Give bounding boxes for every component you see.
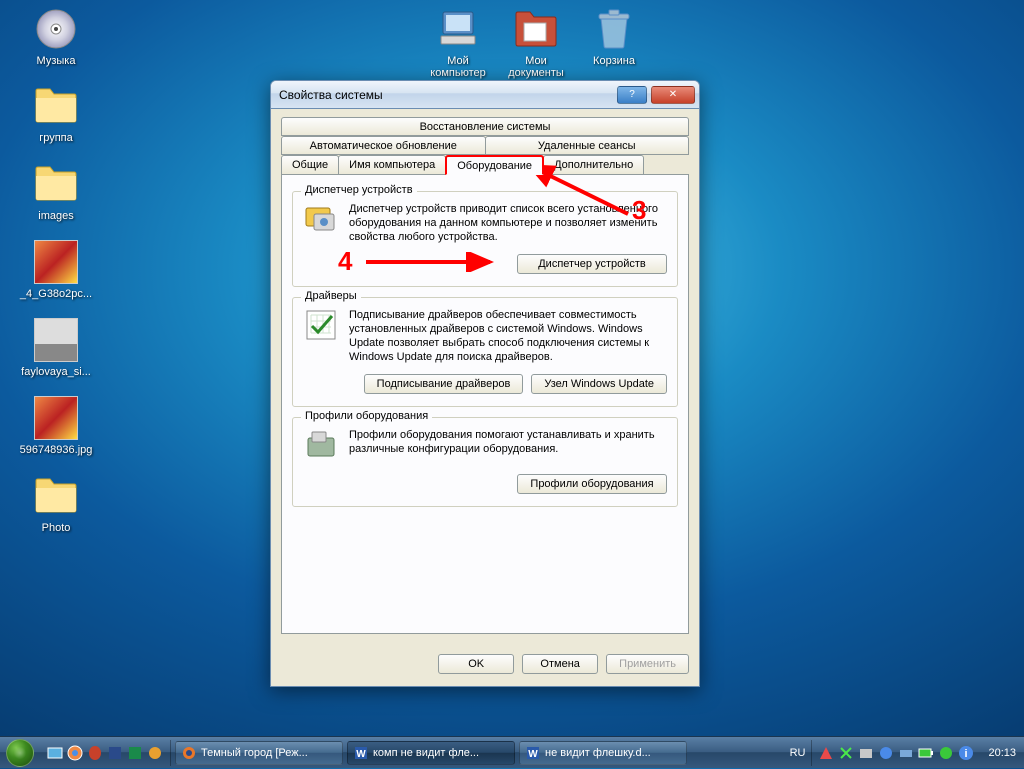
tray-icon[interactable] xyxy=(818,745,834,761)
group-hardware-profiles: Профили оборудования Профили оборудовани… xyxy=(292,417,678,507)
folder-icon xyxy=(32,472,80,520)
tab-hardware[interactable]: Оборудование xyxy=(445,155,544,175)
tray-icon[interactable] xyxy=(898,745,914,761)
desktop-icon-label: Photo xyxy=(42,522,71,534)
desktop-icon-mydocs[interactable]: Мои документы xyxy=(498,5,574,79)
tab-panel-hardware: Диспетчер устройств Диспетчер устройств … xyxy=(281,174,689,634)
image-thumb-icon xyxy=(32,394,80,442)
ok-button[interactable]: OK xyxy=(438,654,514,674)
task-word-2[interactable]: W не видит флешку.d... xyxy=(519,741,687,765)
tab-advanced[interactable]: Дополнительно xyxy=(543,155,644,175)
group-text: Профили оборудования помогают устанавлив… xyxy=(349,428,667,464)
tray-info-icon[interactable]: i xyxy=(958,745,974,761)
task-label: комп не видит фле... xyxy=(373,747,479,759)
dialog-title: Свойства системы xyxy=(279,88,613,102)
desktop-icon-label: images xyxy=(38,210,73,222)
tray-icon[interactable] xyxy=(878,745,894,761)
computer-icon xyxy=(434,5,482,53)
desktop-icon-label: 596748936.jpg xyxy=(20,444,93,456)
device-manager-button[interactable]: Диспетчер устройств xyxy=(517,254,667,274)
desktop-icon-recyclebin[interactable]: Корзина xyxy=(576,5,652,67)
taskbar: Темный город [Реж... W комп не видит фле… xyxy=(0,736,1024,768)
group-drivers: Драйверы Подписывание драйверов обеспечи… xyxy=(292,297,678,407)
task-word-1[interactable]: W комп не видит фле... xyxy=(347,741,515,765)
tab-general[interactable]: Общие xyxy=(281,155,339,175)
desktop-icon-file3[interactable]: 596748936.jpg xyxy=(18,394,94,456)
windows-update-button[interactable]: Узел Windows Update xyxy=(531,374,667,394)
folder-icon xyxy=(32,82,80,130)
tray-icon[interactable] xyxy=(838,745,854,761)
quick-launch xyxy=(40,740,171,766)
desktop-icon-label: Корзина xyxy=(593,55,635,67)
folder-docs-icon xyxy=(512,5,560,53)
dialog-titlebar[interactable]: Свойства системы ? ✕ xyxy=(271,81,699,109)
quick-launch-opera-icon[interactable] xyxy=(86,744,104,762)
group-legend: Диспетчер устройств xyxy=(301,184,417,196)
task-firefox[interactable]: Темный город [Реж... xyxy=(175,741,343,765)
desktop-icon-label: faylovaya_si... xyxy=(21,366,91,378)
tray-battery-icon[interactable] xyxy=(918,745,934,761)
driver-signing-button[interactable]: Подписывание драйверов xyxy=(364,374,524,394)
cd-icon xyxy=(32,5,80,53)
close-button[interactable]: ✕ xyxy=(651,86,695,104)
group-legend: Драйверы xyxy=(301,290,361,302)
desktop-icon-label: группа xyxy=(39,132,73,144)
cancel-button[interactable]: Отмена xyxy=(522,654,598,674)
quick-launch-chrome-icon[interactable] xyxy=(66,744,84,762)
group-device-manager: Диспетчер устройств Диспетчер устройств … xyxy=(292,191,678,287)
desktop-icon-label: Мои документы xyxy=(498,55,574,79)
tray-icon[interactable] xyxy=(858,745,874,761)
taskbar-clock[interactable]: 20:13 xyxy=(980,747,1024,759)
quick-launch-desktop-icon[interactable] xyxy=(46,744,64,762)
word-icon: W xyxy=(526,746,540,760)
image-thumb-icon xyxy=(32,316,80,364)
recycle-bin-icon xyxy=(590,5,638,53)
svg-text:W: W xyxy=(528,749,538,760)
group-text: Подписывание драйверов обеспечивает совм… xyxy=(349,308,667,364)
quick-launch-floppy-icon[interactable] xyxy=(106,744,124,762)
system-tray: i xyxy=(811,740,980,766)
hardware-profiles-button[interactable]: Профили оборудования xyxy=(517,474,667,494)
task-label: не видит флешку.d... xyxy=(545,747,651,759)
desktop-icon-label: Музыка xyxy=(37,55,76,67)
tab-strip: Восстановление системы Автоматическое об… xyxy=(281,117,689,175)
tray-icon[interactable] xyxy=(938,745,954,761)
apply-button[interactable]: Применить xyxy=(606,654,689,674)
desktop-icon-label: Мой компьютер xyxy=(420,55,496,79)
dialog-button-row: OK Отмена Применить xyxy=(271,644,699,686)
taskbar-tasks: Темный город [Реж... W комп не видит фле… xyxy=(171,739,784,767)
drivers-icon xyxy=(303,308,339,344)
tab-computer-name[interactable]: Имя компьютера xyxy=(338,155,446,175)
task-label: Темный город [Реж... xyxy=(201,747,308,759)
folder-icon xyxy=(32,160,80,208)
desktop-icon-label: _4_G38o2pc... xyxy=(20,288,92,300)
tab-system-restore[interactable]: Восстановление системы xyxy=(281,117,689,136)
start-button[interactable] xyxy=(0,737,40,769)
system-properties-dialog: Свойства системы ? ✕ Восстановление сист… xyxy=(270,80,700,687)
group-legend: Профили оборудования xyxy=(301,410,432,422)
tab-remote[interactable]: Удаленные сеансы xyxy=(485,136,690,155)
image-thumb-icon xyxy=(32,238,80,286)
desktop-icon-group[interactable]: группа xyxy=(18,82,94,144)
desktop-icon-file2[interactable]: faylovaya_si... xyxy=(18,316,94,378)
firefox-icon xyxy=(182,746,196,760)
hardware-profile-icon xyxy=(303,428,339,464)
quick-launch-app2-icon[interactable] xyxy=(146,744,164,762)
help-button[interactable]: ? xyxy=(617,86,647,104)
desktop-icon-photo[interactable]: Photo xyxy=(18,472,94,534)
desktop-icon-mycomputer[interactable]: Мой компьютер xyxy=(420,5,496,79)
desktop-icon-file1[interactable]: _4_G38o2pc... xyxy=(18,238,94,300)
quick-launch-app-icon[interactable] xyxy=(126,744,144,762)
desktop-icon-music[interactable]: Музыка xyxy=(18,5,94,67)
svg-text:W: W xyxy=(356,749,366,760)
group-text: Диспетчер устройств приводит список всег… xyxy=(349,202,667,244)
svg-text:i: i xyxy=(965,748,968,760)
tab-auto-update[interactable]: Автоматическое обновление xyxy=(281,136,486,155)
word-icon: W xyxy=(354,746,368,760)
language-indicator[interactable]: RU xyxy=(784,747,812,759)
desktop-icon-images[interactable]: images xyxy=(18,160,94,222)
device-manager-icon xyxy=(303,202,339,238)
